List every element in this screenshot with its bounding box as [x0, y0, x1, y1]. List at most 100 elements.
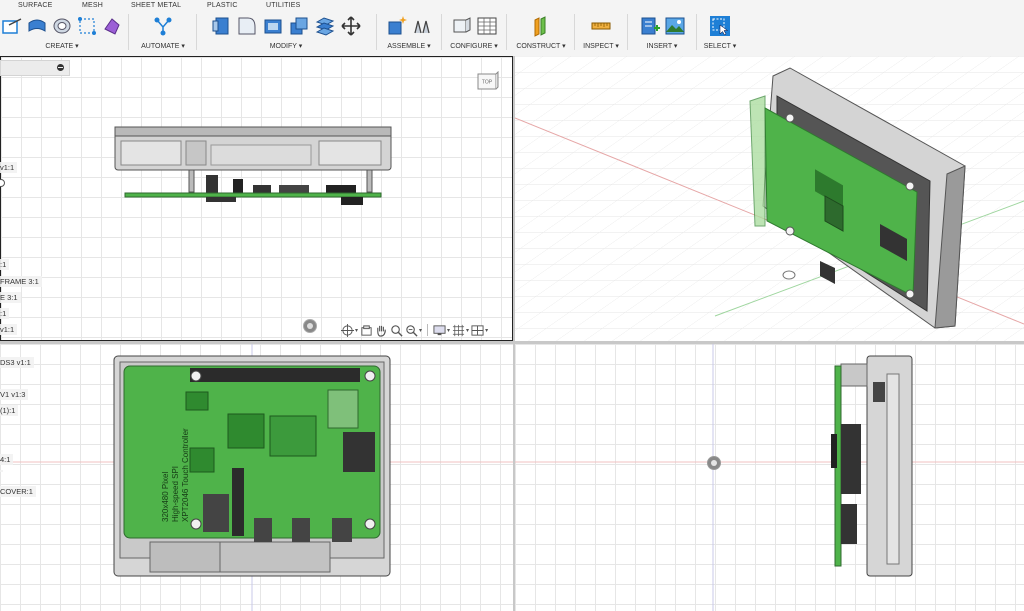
browser-item[interactable]: FRAME 3:1 — [0, 276, 42, 287]
browser-panel-header — [0, 60, 70, 76]
tab-mesh[interactable]: MESH — [82, 2, 103, 9]
ribbon-separator — [376, 14, 377, 50]
ribbon-separator — [441, 14, 442, 50]
home-orbit-icon[interactable] — [303, 319, 317, 333]
browser-item[interactable]: DS3 v1:1 — [0, 357, 34, 368]
viewport-splitter-horizontal[interactable] — [0, 341, 1024, 344]
top-view-model: 320x480 Pixel High-speed SPI XPT2046 Tou… — [0, 344, 513, 611]
offset-face-icon[interactable] — [314, 15, 336, 37]
revolve-icon[interactable] — [51, 15, 73, 37]
measure-icon[interactable] — [590, 15, 612, 37]
board-text-touch: XPT2046 Touch Controller — [181, 428, 190, 522]
board-text-resolution: 320x480 Pixel — [161, 472, 170, 522]
sketch-icon[interactable] — [1, 15, 23, 37]
browser-item[interactable]: V1 v1:3 — [0, 389, 29, 400]
new-component-icon[interactable] — [386, 15, 408, 37]
ribbon-separator — [627, 14, 628, 50]
ribbon-separator — [696, 14, 697, 50]
pan-hand-icon — [377, 325, 386, 337]
plane-icon[interactable] — [530, 15, 552, 37]
sweep-icon[interactable] — [76, 15, 98, 37]
look-at-tool[interactable] — [360, 324, 373, 337]
combine-icon[interactable] — [288, 15, 310, 37]
grid-settings[interactable]: ▾ — [452, 324, 469, 337]
automate-group: AUTOMATE ▾ — [132, 12, 194, 54]
configure-menu[interactable]: CONFIGURE ▾ — [445, 42, 503, 50]
assemble-menu[interactable]: ASSEMBLE ▾ — [380, 42, 438, 50]
board-text-spi: High-speed SPI — [171, 466, 180, 522]
viewports-icon — [471, 324, 484, 336]
tab-sheet-metal[interactable]: SHEET METAL — [131, 2, 181, 9]
tab-utilities[interactable]: UTILITIES — [266, 2, 300, 9]
automate-menu[interactable]: AUTOMATE ▾ — [132, 42, 194, 50]
configure-icon[interactable] — [451, 15, 473, 37]
fillet-icon[interactable] — [236, 15, 258, 37]
look-at-icon — [361, 324, 372, 336]
viewport-right[interactable] — [515, 344, 1024, 611]
fit-zoom-icon — [406, 324, 418, 337]
automate-icon[interactable] — [152, 15, 174, 37]
ribbon-separator — [506, 14, 507, 50]
inspect-menu[interactable]: INSPECT ▾ — [578, 42, 624, 50]
browser-item[interactable]: v1:1 — [0, 324, 18, 335]
browser-item[interactable]: COVER:1 — [0, 486, 36, 497]
select-menu[interactable]: SELECT ▾ — [700, 42, 740, 50]
browser-item[interactable]: v1:1 — [0, 162, 18, 173]
toolbar-ribbon: SURFACE MESH SHEET METAL PLASTIC UTILITI… — [0, 0, 1024, 57]
ribbon-separator — [196, 14, 197, 50]
configure-group: CONFIGURE ▾ — [445, 12, 503, 54]
fusion-window: SURFACE MESH SHEET METAL PLASTIC UTILITI… — [0, 0, 1024, 611]
tab-surface[interactable]: SURFACE — [18, 2, 52, 9]
navigation-bar: ▾ ▾ ▾ ▾ ▾ — [341, 322, 488, 338]
table-icon[interactable] — [476, 15, 498, 37]
insert-mesh-icon[interactable] — [639, 15, 661, 37]
ribbon-separator — [574, 14, 575, 50]
browser-item[interactable] — [0, 470, 3, 472]
collapse-browser-button[interactable] — [57, 64, 64, 71]
tab-plastic[interactable]: PLASTIC — [207, 2, 238, 9]
fit-tool[interactable]: ▾ — [405, 324, 422, 337]
origin-icon — [707, 456, 721, 470]
modify-group: MODIFY ▾ — [200, 12, 372, 54]
insert-group: INSERT ▾ — [631, 12, 693, 54]
ribbon-separator — [128, 14, 129, 50]
viewport-front[interactable]: TOP ▾ ▾ ▾ ▾ ▾ — [0, 56, 513, 341]
browser-item[interactable]: E 3:1 — [0, 292, 21, 303]
browser-item[interactable]: (1):1 — [0, 405, 19, 416]
create-group: CREATE ▾ — [0, 12, 124, 54]
create-menu[interactable]: CREATE ▾ — [0, 42, 124, 50]
view-cube-label: TOP — [482, 80, 493, 86]
construct-menu[interactable]: CONSTRUCT ▾ — [510, 42, 572, 50]
select-group: SELECT ▾ — [700, 12, 740, 54]
form-icon[interactable] — [101, 15, 123, 37]
orbit-icon — [341, 323, 354, 337]
insert-menu[interactable]: INSERT ▾ — [631, 42, 693, 50]
select-icon[interactable] — [709, 15, 731, 37]
pan-tool[interactable] — [375, 324, 388, 337]
zoom-tool[interactable] — [390, 324, 403, 337]
front-view-model — [114, 126, 392, 205]
move-icon[interactable] — [340, 15, 362, 37]
browser-item[interactable]: :1 — [0, 259, 10, 270]
extrude-icon[interactable] — [26, 15, 48, 37]
nav-separator — [427, 324, 429, 336]
assemble-group: ASSEMBLE ▾ — [380, 12, 438, 54]
insert-image-icon[interactable] — [664, 15, 686, 37]
viewport-isometric[interactable] — [515, 56, 1024, 342]
right-view-model — [515, 344, 1024, 611]
grid-icon — [452, 324, 465, 336]
browser-item[interactable]: :1 — [0, 308, 10, 319]
press-pull-icon[interactable] — [210, 15, 232, 37]
modify-menu[interactable]: MODIFY ▾ — [200, 42, 372, 50]
view-cube[interactable]: TOP — [475, 71, 499, 91]
construct-group: CONSTRUCT ▾ — [510, 12, 572, 54]
viewports-settings[interactable]: ▾ — [471, 324, 488, 337]
viewport-splitter-vertical[interactable] — [513, 56, 515, 611]
orbit-tool[interactable]: ▾ — [341, 323, 358, 337]
browser-item[interactable]: 4:1 — [0, 454, 14, 465]
inspect-group: INSPECT ▾ — [578, 12, 624, 54]
display-settings[interactable]: ▾ — [433, 324, 450, 337]
joint-icon[interactable] — [411, 15, 433, 37]
shell-icon[interactable] — [262, 15, 284, 37]
viewport-top[interactable]: 320x480 Pixel High-speed SPI XPT2046 Tou… — [0, 344, 513, 611]
